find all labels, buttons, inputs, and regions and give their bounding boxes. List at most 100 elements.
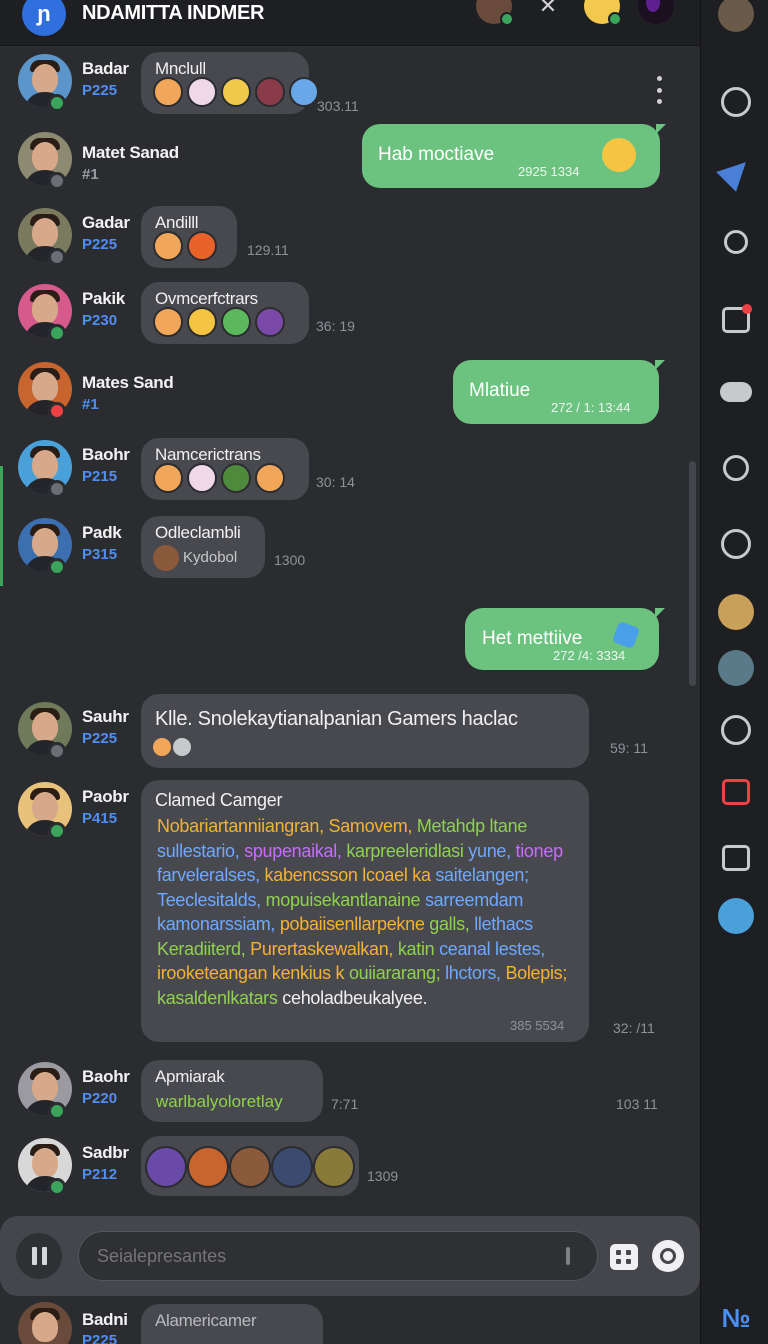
media-icon[interactable] bbox=[718, 840, 754, 876]
message-text-segment: ouiiararang; bbox=[348, 963, 446, 983]
timestamp: 129.11 bbox=[247, 242, 289, 258]
username[interactable]: Paobr bbox=[82, 787, 129, 807]
username[interactable]: Mates Sand bbox=[82, 373, 174, 393]
username[interactable]: Badar bbox=[82, 59, 129, 79]
emoji-sword-icon[interactable] bbox=[145, 1146, 187, 1188]
notifications-icon[interactable] bbox=[718, 302, 754, 338]
pause-button[interactable] bbox=[16, 1233, 62, 1279]
status-badge bbox=[48, 94, 66, 112]
username[interactable]: Sauhr bbox=[82, 707, 129, 727]
message-text: Alamericamer bbox=[155, 1311, 257, 1330]
search-icon[interactable] bbox=[718, 224, 754, 260]
server-avatar[interactable] bbox=[718, 650, 754, 686]
timestamp: 30: 14 bbox=[316, 474, 355, 490]
message-text-segment: kabencsson lcoael ka bbox=[264, 865, 436, 885]
emoji-creature-icon[interactable] bbox=[255, 77, 285, 107]
emoji-smile-icon[interactable] bbox=[153, 231, 183, 261]
message-text-segment: farveleralses, bbox=[157, 865, 265, 885]
brand-logo-icon[interactable]: № bbox=[718, 1300, 754, 1336]
sunglasses-emoji-icon bbox=[602, 138, 636, 172]
emoji-ghost-icon[interactable] bbox=[187, 77, 217, 107]
message-bubble[interactable]: Alamericamer bbox=[141, 1304, 323, 1344]
username[interactable]: Baohr bbox=[82, 445, 130, 465]
username[interactable]: Badni bbox=[82, 1310, 128, 1330]
message-bubble[interactable]: Mnclull bbox=[141, 52, 319, 114]
message-input[interactable] bbox=[78, 1231, 598, 1281]
message-text-segment: ceholadbeukalyee. bbox=[282, 987, 428, 1008]
history-icon[interactable] bbox=[718, 712, 754, 748]
timestamp: 1309 bbox=[367, 1168, 399, 1184]
dark-orb-icon[interactable] bbox=[638, 0, 674, 24]
more-options-icon[interactable] bbox=[655, 76, 663, 104]
message-bubble[interactable]: Odleclambli Kydobol bbox=[141, 516, 265, 578]
emoji-robot-icon[interactable] bbox=[187, 1146, 229, 1188]
emoji-beast-icon[interactable] bbox=[313, 1146, 355, 1188]
header-avatar-icon[interactable] bbox=[476, 0, 514, 26]
username[interactable]: Matet Sanad bbox=[82, 143, 179, 163]
sent-message-bubble[interactable]: Het mettiive 272 /4: 3334 bbox=[465, 608, 659, 670]
username[interactable]: Sadbr bbox=[82, 1143, 129, 1163]
server-avatar[interactable] bbox=[718, 898, 754, 934]
scrollbar[interactable] bbox=[689, 461, 696, 686]
status-badge bbox=[48, 172, 66, 190]
message-bubble[interactable]: Clamed Camger Nobariartanniiangran, Samo… bbox=[141, 780, 589, 1042]
chat-bubble-button[interactable] bbox=[652, 1240, 684, 1272]
message-bubble[interactable]: Klle. Snolekaytianalpanian Gamers haclac bbox=[141, 694, 589, 768]
message-bubble[interactable] bbox=[141, 1136, 359, 1196]
emoji-sick-icon[interactable] bbox=[221, 307, 251, 337]
message-subtext: warlbalyoloretlay bbox=[156, 1092, 283, 1111]
timestamp: 272 /4: 3334 bbox=[553, 648, 626, 663]
sent-message-bubble[interactable]: Hab moctiave 2925 1334 bbox=[362, 124, 660, 188]
emoji-status-icon[interactable] bbox=[584, 0, 622, 26]
timestamp: 36: 19 bbox=[316, 318, 355, 334]
message-text: Apmiarak bbox=[155, 1067, 225, 1086]
username[interactable]: Baohr bbox=[82, 1067, 130, 1087]
sword-icon[interactable]: ✕ bbox=[530, 0, 566, 24]
message-bubble[interactable]: Namcerictrans bbox=[141, 438, 309, 500]
message-text-segment: mopuisekantlanaine bbox=[265, 889, 425, 910]
message-bubble[interactable]: Andilll bbox=[141, 206, 237, 268]
emoji-smile-icon[interactable] bbox=[153, 463, 183, 493]
user-tag: P225 bbox=[82, 1332, 118, 1344]
emoji-grin-icon[interactable] bbox=[255, 463, 285, 493]
message-list[interactable]: Badar P225 Mnclull 303.11 Matet Sanad #1 bbox=[0, 46, 700, 1216]
chat-icon[interactable] bbox=[718, 84, 754, 120]
attachment-name[interactable]: Kydobol bbox=[183, 549, 237, 566]
emoji-globe-icon[interactable] bbox=[289, 77, 319, 107]
emoji-ghost-icon[interactable] bbox=[187, 463, 217, 493]
user-circle-icon[interactable] bbox=[718, 526, 754, 562]
username[interactable]: Pakik bbox=[82, 289, 125, 309]
emoji-smile-icon[interactable] bbox=[153, 738, 171, 756]
app-logo-icon[interactable]: ɲ bbox=[22, 0, 66, 36]
timestamp: 2925 1334 bbox=[518, 164, 580, 179]
send-arrow-icon[interactable] bbox=[716, 152, 756, 192]
scan-icon[interactable] bbox=[718, 450, 754, 486]
message-composer bbox=[0, 1216, 700, 1296]
server-avatar[interactable] bbox=[718, 594, 754, 630]
inner-timestamp: 385 5534 bbox=[510, 1018, 565, 1033]
apps-grid-button[interactable] bbox=[610, 1244, 638, 1270]
user-tag: P415 bbox=[82, 810, 118, 827]
username[interactable]: Padk bbox=[82, 523, 122, 543]
emoji-leaf-icon[interactable] bbox=[221, 463, 251, 493]
emoji-face-icon[interactable] bbox=[187, 231, 217, 261]
reaction-row bbox=[153, 231, 217, 261]
message-bubble[interactable]: Ovmcerfctrars bbox=[141, 282, 309, 344]
emoji-clock-icon[interactable] bbox=[271, 1146, 313, 1188]
avatar[interactable] bbox=[18, 1302, 72, 1344]
emoji-smile-icon[interactable] bbox=[153, 77, 183, 107]
user-tag: P315 bbox=[82, 546, 118, 563]
emoji-devil-icon[interactable] bbox=[255, 307, 285, 337]
emoji-sunglasses-icon[interactable] bbox=[221, 77, 251, 107]
cloud-icon[interactable] bbox=[718, 374, 754, 410]
emoji-pirate-icon[interactable] bbox=[229, 1146, 271, 1188]
username[interactable]: Gadar bbox=[82, 213, 130, 233]
status-badge bbox=[48, 742, 66, 760]
emoji-blush-icon[interactable] bbox=[187, 307, 217, 337]
emoji-smile-icon[interactable] bbox=[153, 307, 183, 337]
record-icon[interactable] bbox=[718, 774, 754, 810]
emoji-ball-icon[interactable] bbox=[173, 738, 191, 756]
profile-avatar[interactable] bbox=[718, 0, 754, 32]
sent-message-bubble[interactable]: Mlatiue 272 / 1: 13:44 bbox=[453, 360, 659, 424]
message-bubble[interactable]: Apmiarak warlbalyoloretlay bbox=[141, 1060, 323, 1122]
